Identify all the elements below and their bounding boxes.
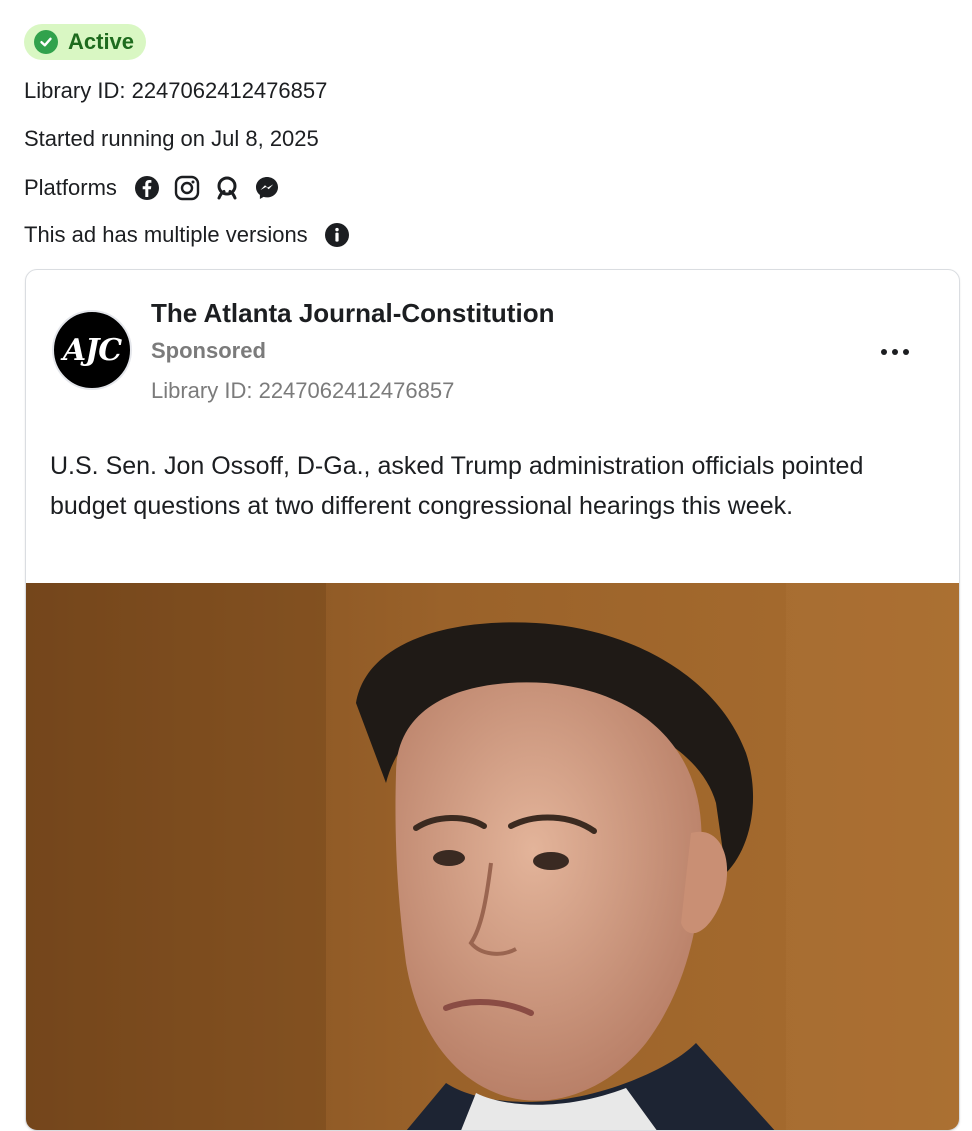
more-dot xyxy=(892,349,898,355)
more-dot xyxy=(903,349,909,355)
more-dot xyxy=(881,349,887,355)
advertiser-name[interactable]: The Atlanta Journal-Constitution xyxy=(151,298,554,329)
advertiser-avatar[interactable]: AJC xyxy=(52,310,132,390)
status-badge: Active xyxy=(24,24,147,60)
sponsored-label: Sponsored xyxy=(151,338,266,363)
info-icon[interactable] xyxy=(324,222,350,248)
versions-note: This ad has multiple versions xyxy=(24,222,308,247)
card-library-id: Library ID: 2247062412476857 xyxy=(151,378,455,403)
facebook-icon xyxy=(133,174,161,202)
status-label: Active xyxy=(68,29,135,54)
messenger-icon xyxy=(253,174,281,202)
library-id: Library ID: 2247062412476857 xyxy=(24,78,328,103)
ad-image[interactable] xyxy=(26,583,959,1130)
versions-row: This ad has multiple versions xyxy=(24,222,350,248)
ad-body-text: U.S. Sen. Jon Ossoff, D-Ga., asked Trump… xyxy=(50,452,864,520)
advertiser-logo: AJC xyxy=(62,332,122,368)
ad-card: AJC The Atlanta Journal-Constitution Spo… xyxy=(25,269,960,1131)
platforms-label: Platforms xyxy=(24,175,117,200)
started-running: Started running on Jul 8, 2025 xyxy=(24,126,319,151)
more-options-button[interactable] xyxy=(876,340,914,364)
check-icon xyxy=(34,30,58,54)
audience-network-icon xyxy=(213,174,241,202)
platforms-row: Platforms xyxy=(24,174,281,202)
instagram-icon xyxy=(173,174,201,202)
